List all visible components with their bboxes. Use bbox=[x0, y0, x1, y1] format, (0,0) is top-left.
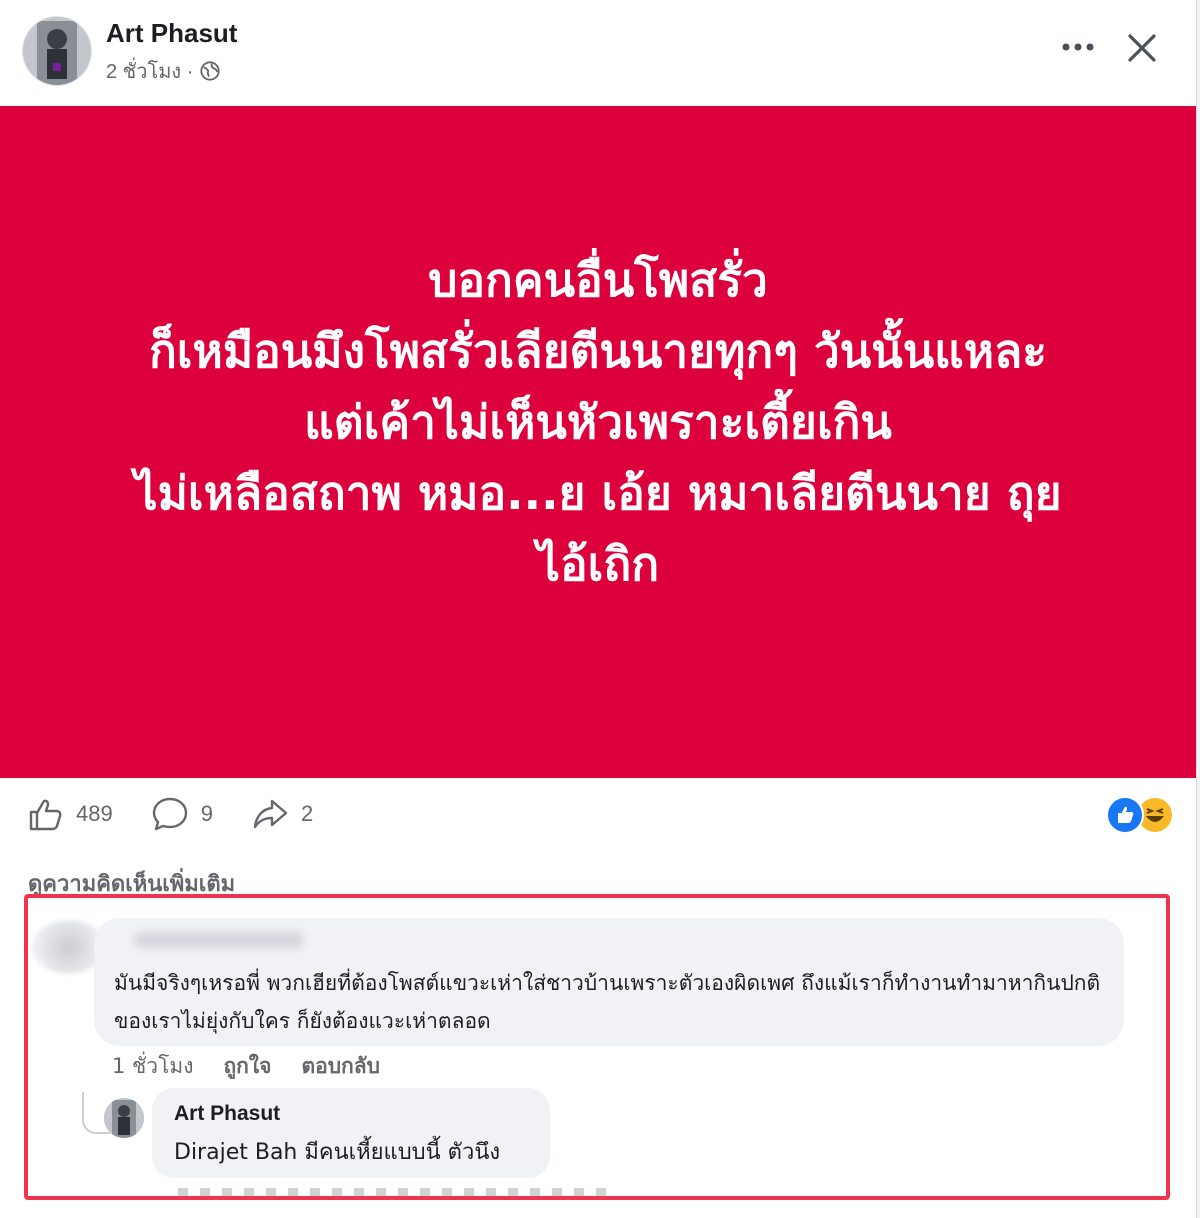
globe-icon bbox=[200, 61, 221, 81]
share-count: 2 bbox=[300, 801, 314, 826]
comment-reply-link[interactable]: ตอบกลับ bbox=[301, 1050, 380, 1083]
like-button[interactable]: 489 bbox=[26, 795, 113, 833]
thumbs-up-icon bbox=[29, 799, 62, 831]
comment-actions: 1 ชั่วโมง ถูกใจ ตอบกลับ bbox=[112, 1050, 380, 1083]
comment-icon bbox=[152, 797, 187, 831]
author-avatar[interactable] bbox=[22, 16, 92, 86]
banner-text: บอกคนอื่นโพสรั่ว ก็เหมือนมึงโพสรั่วเลียต… bbox=[134, 245, 1061, 600]
banner-line: ไม่เหลือสถาพ หมอ...ย เอ้ย หมาเลียตีนนาย … bbox=[134, 465, 1062, 520]
banner-line: ไอ้เถิก bbox=[536, 536, 660, 591]
comment-like-link[interactable]: ถูกใจ bbox=[223, 1050, 271, 1083]
comment-text: มันมีจริงๆเหรอพี่ พวกเฮียที่ต้องโพสต์แขว… bbox=[114, 971, 1101, 1033]
reply-text: Dirajet Bah มีคนเหี้ยแบบนี้ ตัวนึง bbox=[174, 1134, 500, 1169]
highlight-box: มันมีจริงๆเหรอพี่ พวกเฮียที่ต้องโพสต์แขว… bbox=[24, 894, 1170, 1200]
close-icon[interactable] bbox=[1120, 26, 1164, 70]
blurred-commenter-name bbox=[134, 932, 304, 948]
post-banner: บอกคนอื่นโพสรั่ว ก็เหมือนมึงโพสรั่วเลียต… bbox=[0, 106, 1196, 778]
reply-author[interactable]: Art Phasut bbox=[174, 1102, 280, 1126]
comment-time[interactable]: 1 ชั่วโมง bbox=[112, 1050, 193, 1083]
like-reaction-icon bbox=[1106, 796, 1144, 834]
reply-mention[interactable]: Dirajet Bah bbox=[174, 1140, 297, 1165]
banner-line: บอกคนอื่นโพสรั่ว bbox=[428, 252, 768, 307]
author-name[interactable]: Art Phasut bbox=[106, 18, 237, 49]
like-count: 489 bbox=[76, 801, 113, 826]
reply-bubble: Art Phasut Dirajet Bah มีคนเหี้ยแบบนี้ ต… bbox=[152, 1088, 550, 1178]
share-button[interactable]: 2 bbox=[251, 795, 313, 833]
post-card: Art Phasut 2 ชั่วโมง · บอกคนอื่นโพสรั่ว … bbox=[0, 0, 1197, 1218]
comment-button[interactable]: 9 bbox=[151, 795, 213, 833]
banner-line: ก็เหมือนมึงโพสรั่วเลียตีนนายทุกๆ วันนั้น… bbox=[148, 323, 1048, 378]
reply-avatar[interactable] bbox=[104, 1098, 144, 1138]
comment-count: 9 bbox=[200, 801, 213, 826]
reply-body: มีคนเหี้ยแบบนี้ ตัวนึง bbox=[297, 1140, 501, 1165]
post-time[interactable]: 2 ชั่วโมง · bbox=[106, 55, 193, 87]
more-options-icon[interactable] bbox=[1058, 30, 1098, 64]
reaction-summary[interactable] bbox=[1106, 796, 1176, 834]
post-meta: 2 ชั่วโมง · bbox=[106, 55, 221, 87]
comment-bubble: มันมีจริงๆเหรอพี่ พวกเฮียที่ต้องโพสต์แขว… bbox=[94, 918, 1124, 1046]
banner-line: แต่เค้าไม่เห็นหัวเพราะเตี้ยเกิน bbox=[304, 394, 892, 449]
share-icon bbox=[253, 799, 288, 829]
action-bar: 489 9 2 bbox=[26, 790, 351, 838]
cut-off-comment-row bbox=[178, 1188, 618, 1196]
